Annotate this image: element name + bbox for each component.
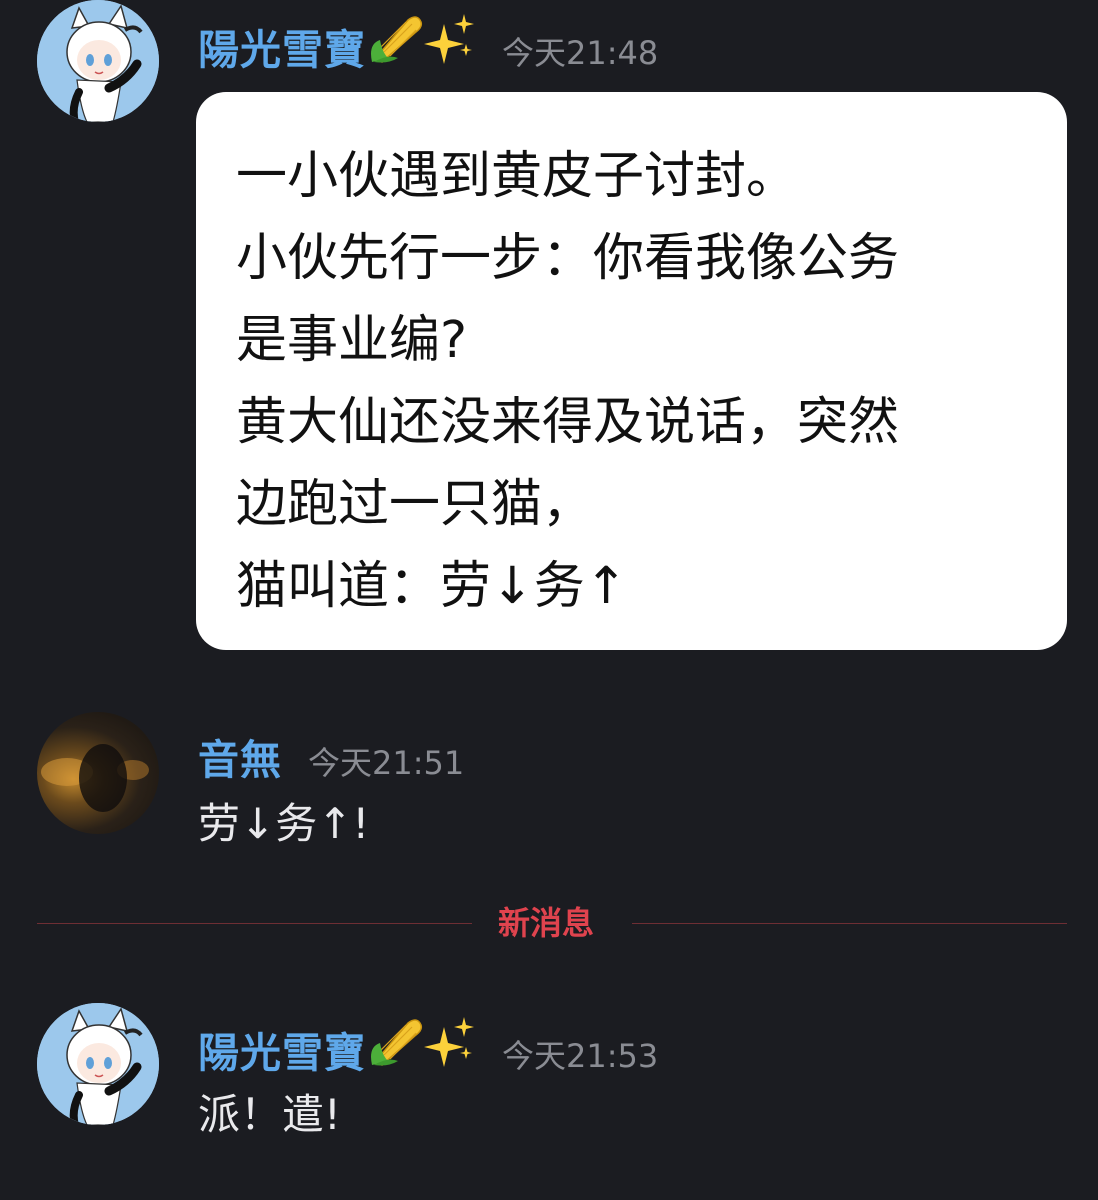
message-text: 劳↓务↑! xyxy=(198,799,370,848)
avatar-girl-image xyxy=(37,1003,159,1125)
image-text-line: 猫叫道：劳↓务↑ xyxy=(236,557,628,616)
message-text: 派！遣! xyxy=(198,1090,341,1139)
avatar[interactable] xyxy=(37,1003,159,1125)
corn-emoji-icon xyxy=(368,14,424,68)
image-text-line: 边跑过一只猫， xyxy=(236,475,594,534)
image-attachment[interactable]: 一小伙遇到黄皮子讨封。 小伙先行一步：你看我像公务 是事业编? 黄大仙还没来得及… xyxy=(196,92,1067,650)
timestamp: 今天21:51 xyxy=(308,744,465,782)
image-text-line: 黄大仙还没来得及说话，突然 xyxy=(236,393,900,452)
image-text-line: 是事业编? xyxy=(236,311,468,370)
avatar-dark-image xyxy=(41,744,149,812)
new-messages-divider-right xyxy=(632,923,1067,924)
timestamp: 今天21:53 xyxy=(502,1037,659,1075)
avatar[interactable] xyxy=(37,712,159,834)
sparkles-emoji-icon xyxy=(424,14,476,68)
username[interactable]: 音無 xyxy=(198,726,282,786)
new-messages-divider-left xyxy=(37,923,472,924)
username[interactable]: 陽光雪寶 xyxy=(198,1019,366,1079)
chat-view: 陽光雪寶 今天21:48 一小伙遇到黄皮子讨封。 小伙先行一步：你看我像公务 是… xyxy=(0,0,1098,1200)
image-text-line: 小伙先行一步：你看我像公务 xyxy=(236,229,900,288)
new-messages-label: 新消息 xyxy=(498,904,595,942)
avatar-girl-image xyxy=(37,0,159,122)
message-header: 陽光雪寶 今天21:48 xyxy=(198,14,658,76)
image-text-line: 一小伙遇到黄皮子讨封。 xyxy=(236,147,798,206)
message-header: 音無 今天21:51 xyxy=(198,726,464,786)
sparkles-emoji-icon xyxy=(424,1017,476,1071)
avatar[interactable] xyxy=(37,0,159,122)
corn-emoji-icon xyxy=(368,1017,424,1071)
username[interactable]: 陽光雪寶 xyxy=(198,16,366,76)
timestamp: 今天21:48 xyxy=(502,34,659,72)
message-header: 陽光雪寶 今天21:53 xyxy=(198,1017,658,1079)
